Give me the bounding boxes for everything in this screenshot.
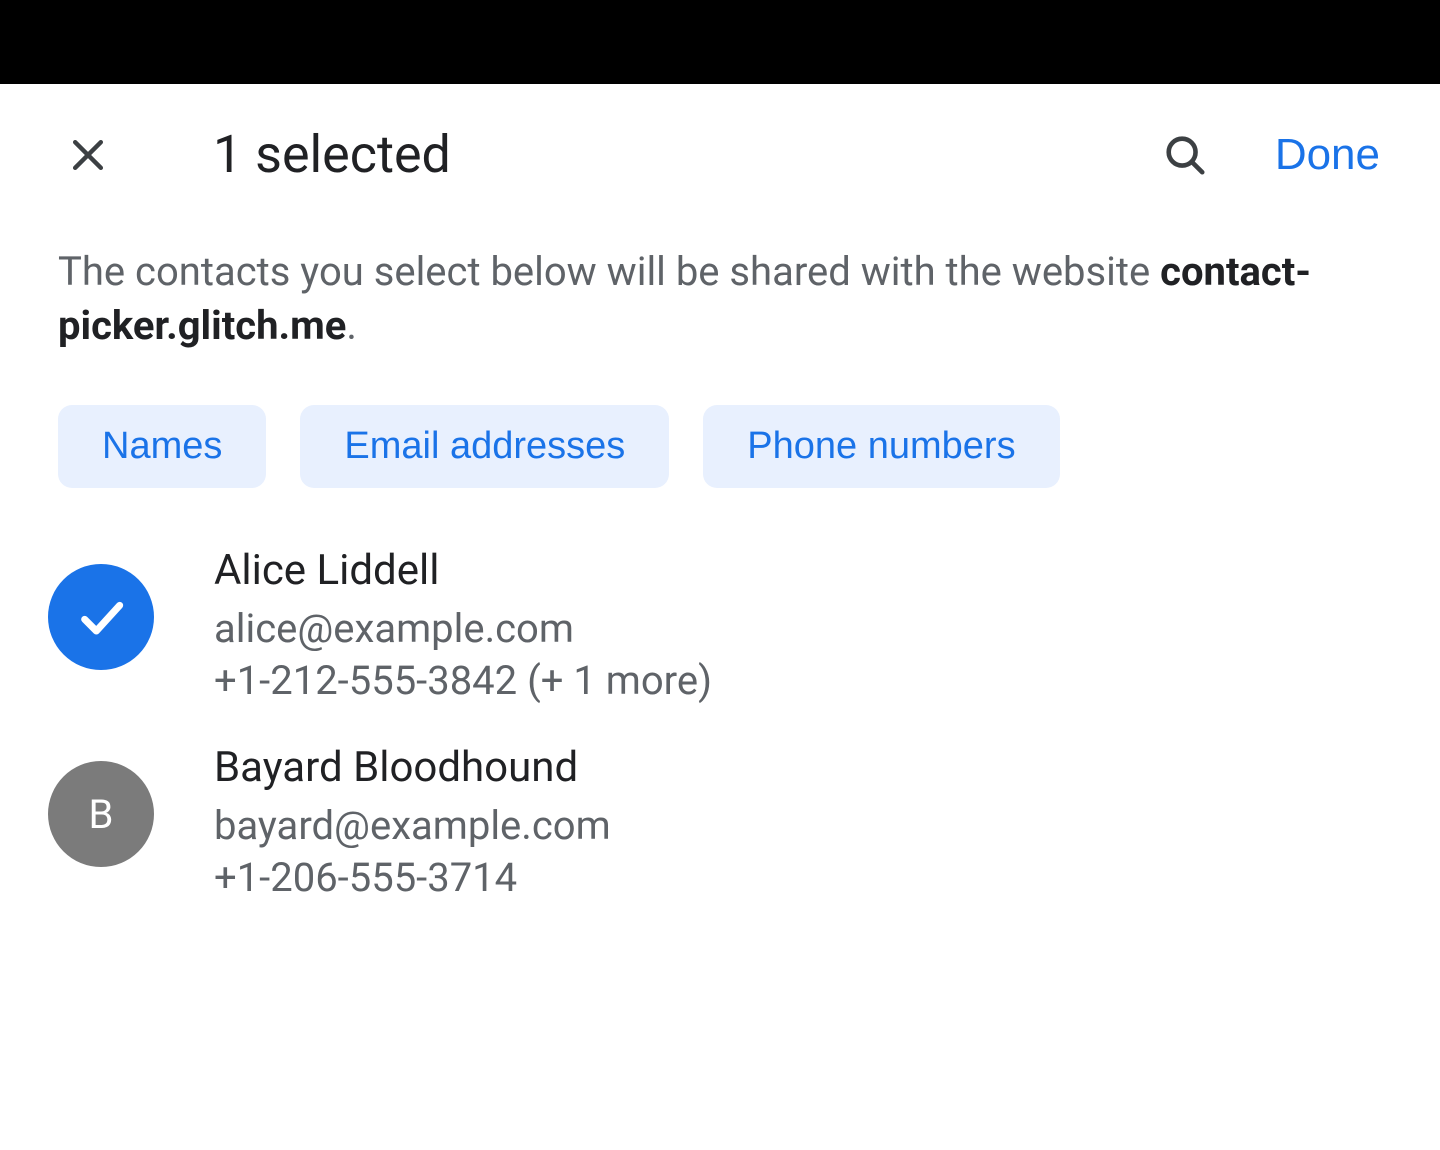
contact-email: alice@example.com bbox=[214, 603, 712, 655]
contact-name: Bayard Bloodhound bbox=[214, 743, 611, 792]
contact-info: Alice Liddell alice@example.com +1-212-5… bbox=[214, 546, 712, 707]
description-suffix: . bbox=[346, 302, 357, 349]
description-prefix: The contacts you select below will be sh… bbox=[58, 248, 1160, 295]
contact-row[interactable]: B Bayard Bloodhound bayard@example.com +… bbox=[48, 725, 1382, 922]
page-title: 1 selected bbox=[213, 124, 1155, 185]
contact-phone: +1-212-555-3842 (+ 1 more) bbox=[214, 655, 712, 707]
device-status-bar bbox=[0, 0, 1440, 84]
contact-info: Bayard Bloodhound bayard@example.com +1-… bbox=[214, 743, 611, 904]
header: 1 selected Done bbox=[0, 84, 1440, 225]
search-button[interactable] bbox=[1155, 125, 1215, 185]
contact-avatar-initial: B bbox=[48, 761, 154, 867]
contacts-list: Alice Liddell alice@example.com +1-212-5… bbox=[0, 518, 1440, 922]
done-button[interactable]: Done bbox=[1275, 130, 1380, 180]
contact-row[interactable]: Alice Liddell alice@example.com +1-212-5… bbox=[48, 528, 1382, 725]
contact-name: Alice Liddell bbox=[214, 546, 712, 595]
check-icon bbox=[73, 589, 129, 645]
property-chips: Names Email addresses Phone numbers bbox=[0, 393, 1440, 518]
contact-avatar-selected bbox=[48, 564, 154, 670]
chip-phone-numbers[interactable]: Phone numbers bbox=[703, 405, 1059, 488]
contact-picker-sheet: 1 selected Done The contacts you select … bbox=[0, 84, 1440, 922]
chip-email-addresses[interactable]: Email addresses bbox=[300, 405, 669, 488]
search-icon bbox=[1162, 132, 1208, 178]
chip-names[interactable]: Names bbox=[58, 405, 266, 488]
close-button[interactable] bbox=[58, 125, 118, 185]
contact-phone: +1-206-555-3714 bbox=[214, 852, 611, 904]
share-description: The contacts you select below will be sh… bbox=[0, 225, 1440, 393]
contact-email: bayard@example.com bbox=[214, 800, 611, 852]
close-icon bbox=[66, 133, 110, 177]
